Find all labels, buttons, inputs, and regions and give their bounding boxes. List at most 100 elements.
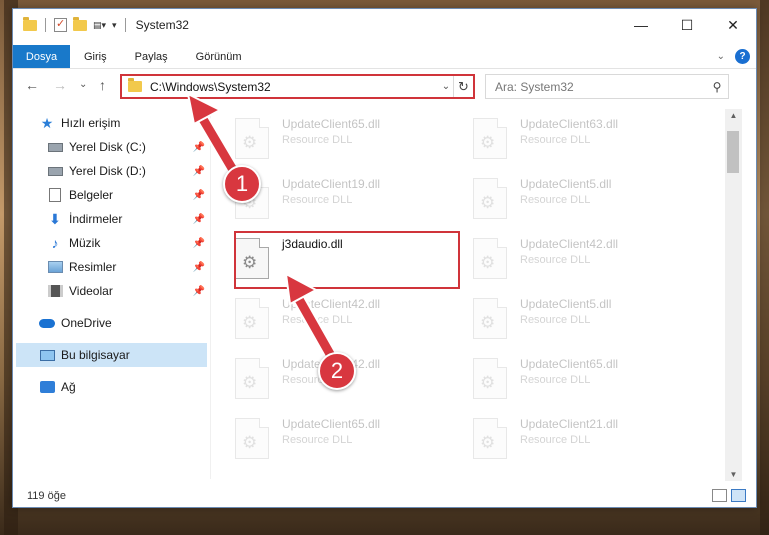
gear-icon: ⚙ <box>242 313 258 332</box>
file-item[interactable]: ⚙ UpdateClient5.dll Resource DLL <box>456 169 686 227</box>
tiles-view-icon[interactable] <box>731 489 746 502</box>
tab-home[interactable]: Giriş <box>70 45 121 68</box>
sidebar-item-onedrive[interactable]: OneDrive <box>13 311 209 335</box>
chevron-down-icon[interactable]: ⌄ <box>439 81 453 92</box>
tab-share[interactable]: Paylaş <box>121 45 182 68</box>
back-button[interactable]: ← <box>25 77 39 93</box>
forward-button[interactable]: → <box>53 77 67 93</box>
sidebar-item-videos[interactable]: Videolar 📌 <box>13 279 209 303</box>
sidebar-item-music[interactable]: ♪ Müzik 📌 <box>13 231 209 255</box>
dll-file-icon: ⚙ <box>235 298 269 339</box>
maximize-button[interactable]: ☐ <box>664 9 710 41</box>
expand-ribbon-icon[interactable]: ⌄ <box>717 51 725 62</box>
ribbon-tabs: Dosya Giriş Paylaş Görünüm ⌄ ? <box>13 45 756 69</box>
file-name: UpdateClient63.dll <box>520 117 619 131</box>
window-title: System32 <box>135 18 189 32</box>
sidebar-item-quick-access[interactable]: ★ Hızlı erişim <box>13 111 209 135</box>
close-button[interactable]: ✕ <box>710 9 756 41</box>
sidebar-item-label: Müzik <box>69 236 101 250</box>
refresh-button[interactable]: ↻ <box>453 76 473 97</box>
navigation-bar: ← → ⌄ ↑ C:\Windows\System32 ⌄ ↻ Ara: Sys… <box>13 71 756 101</box>
search-icon[interactable]: ⚲ <box>706 80 728 94</box>
file-list: ⚙ UpdateClient65.dll Resource DLL ⚙ Upda… <box>218 109 723 479</box>
divider <box>45 18 46 32</box>
file-name: UpdateClient21.dll <box>520 417 619 431</box>
file-type: Resource DLL <box>520 194 591 206</box>
file-item[interactable]: ⚙ UpdateClient5.dll Resource DLL <box>456 289 686 347</box>
ribbon-right: ⌄ ? <box>717 49 750 64</box>
pin-icon: 📌 <box>192 165 205 177</box>
scrollbar-thumb[interactable] <box>727 131 739 173</box>
dll-file-icon: ⚙ <box>473 358 507 399</box>
status-bar: 119 öğe <box>13 485 756 507</box>
customize-toolbar-icon[interactable]: ▤▾ <box>93 20 106 31</box>
quick-access-toolbar: ▤▾ ▾ <box>13 16 128 32</box>
file-name: UpdateClient65.dll <box>282 417 381 431</box>
scroll-down-icon[interactable]: ▼ <box>725 470 742 479</box>
pin-icon: 📌 <box>192 141 205 153</box>
details-view-icon[interactable] <box>712 489 727 502</box>
gear-icon: ⚙ <box>242 433 258 452</box>
properties-icon[interactable] <box>54 17 67 32</box>
tab-view[interactable]: Görünüm <box>182 45 256 68</box>
file-type: Resource DLL <box>282 434 353 446</box>
documents-icon <box>47 188 63 202</box>
minimize-button[interactable]: — <box>618 9 664 41</box>
file-name: UpdateClient42.dll <box>520 237 619 251</box>
folder-icon <box>128 78 142 92</box>
folder-icon <box>23 16 37 31</box>
file-item[interactable]: ⚙ UpdateClient42.dll Resource DLL <box>456 229 686 287</box>
step-badge-2: 2 <box>318 352 356 390</box>
view-toggle <box>712 489 746 502</box>
sidebar-item-label: Yerel Disk (C:) <box>69 140 146 154</box>
recent-locations-button[interactable]: ⌄ <box>79 79 87 90</box>
sidebar-item-this-pc[interactable]: Bu bilgisayar <box>16 343 207 367</box>
file-item[interactable]: ⚙ UpdateClient21.dll Resource DLL <box>456 409 686 467</box>
step-badge-1: 1 <box>223 165 261 203</box>
dll-file-icon: ⚙ <box>235 118 269 159</box>
dll-file-icon: ⚙ <box>473 298 507 339</box>
sidebar-item-local-disk-d[interactable]: Yerel Disk (D:) 📌 <box>13 159 209 183</box>
sidebar-item-pictures[interactable]: Resimler 📌 <box>13 255 209 279</box>
sidebar-item-label: OneDrive <box>61 316 112 330</box>
gear-icon: ⚙ <box>480 313 496 332</box>
pin-icon: 📌 <box>192 237 205 249</box>
file-type: Resource DLL <box>282 314 353 326</box>
sidebar-item-label: Bu bilgisayar <box>61 348 130 362</box>
vertical-scrollbar[interactable]: ▲ ▼ <box>725 109 742 481</box>
drive-icon <box>47 140 63 154</box>
background-tree <box>760 0 769 535</box>
file-item[interactable]: ⚙ UpdateClient65.dll Resource DLL <box>218 409 448 467</box>
address-bar[interactable]: C:\Windows\System32 ⌄ ↻ <box>120 74 475 99</box>
sidebar-item-documents[interactable]: Belgeler 📌 <box>13 183 209 207</box>
file-type: Resource DLL <box>520 134 591 146</box>
pin-icon: 📌 <box>192 261 205 273</box>
file-type: Resource DLL <box>282 134 353 146</box>
up-button[interactable]: ↑ <box>99 77 106 93</box>
address-path[interactable]: C:\Windows\System32 <box>150 80 439 94</box>
sidebar-item-local-disk-c[interactable]: Yerel Disk (C:) 📌 <box>13 135 209 159</box>
search-input[interactable]: Ara: System32 <box>495 80 706 94</box>
sidebar-item-network[interactable]: Ağ <box>13 375 209 399</box>
computer-icon <box>39 348 55 362</box>
tab-file[interactable]: Dosya <box>13 45 70 68</box>
dll-file-icon: ⚙ <box>473 118 507 159</box>
pin-icon: 📌 <box>192 213 205 225</box>
dll-file-icon: ⚙ <box>473 178 507 219</box>
file-item[interactable]: ⚙ UpdateClient42.dll Resource DLL <box>218 289 448 347</box>
file-item[interactable]: ⚙ UpdateClient63.dll Resource DLL <box>456 109 686 167</box>
gear-icon: ⚙ <box>242 373 258 392</box>
file-type: Resource DLL <box>520 254 591 266</box>
dll-file-icon: ⚙ <box>473 418 507 459</box>
file-item[interactable]: ⚙ UpdateClient65.dll Resource DLL <box>218 109 448 167</box>
sidebar-item-label: Resimler <box>69 260 117 274</box>
file-name: UpdateClient5.dll <box>520 177 612 191</box>
item-count: 119 öğe <box>27 490 66 502</box>
new-folder-icon[interactable] <box>73 16 87 31</box>
help-icon[interactable]: ? <box>735 49 750 64</box>
scroll-up-icon[interactable]: ▲ <box>725 111 742 120</box>
sidebar-item-downloads[interactable]: ⬇ İndirmeler 📌 <box>13 207 209 231</box>
search-box[interactable]: Ara: System32 ⚲ <box>485 74 729 99</box>
chevron-down-icon[interactable]: ▾ <box>112 20 117 31</box>
file-item[interactable]: ⚙ UpdateClient65.dll Resource DLL <box>456 349 686 407</box>
